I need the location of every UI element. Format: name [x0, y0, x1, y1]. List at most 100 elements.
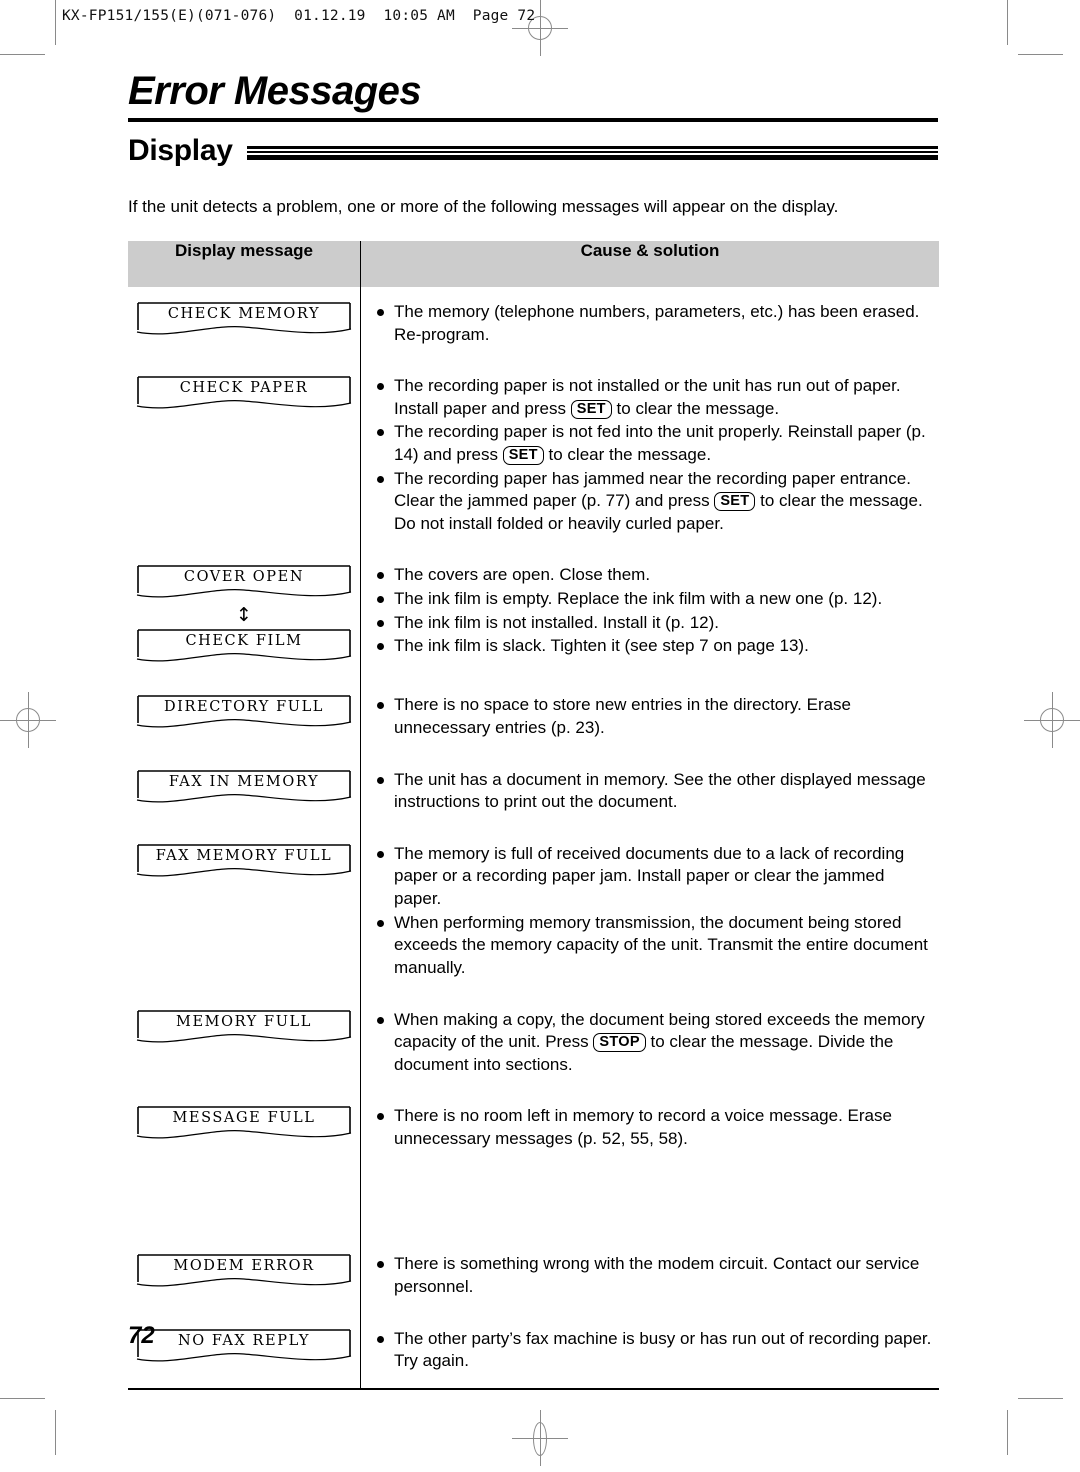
- key-button-set[interactable]: SET: [570, 399, 612, 419]
- cell-display-message: DIRECTORY FULL: [128, 680, 361, 755]
- bullet-list: There is no space to store new entries i…: [377, 694, 935, 739]
- lcd-display-chip: MODEM ERROR: [135, 1253, 353, 1291]
- bullet-item: The recording paper has jammed near the …: [377, 468, 935, 536]
- bullet-list: The covers are open. Close them. The ink …: [377, 564, 935, 657]
- bullet-dot-icon: [377, 383, 384, 391]
- intro-paragraph: If the unit detects a problem, one or mo…: [128, 197, 839, 216]
- table-row: NO FAX REPLY The other party’s fax machin…: [128, 1313, 939, 1390]
- key-button-set[interactable]: SET: [714, 492, 756, 512]
- lcd-display-chip: CHECK MEMORY: [135, 301, 353, 339]
- bullet-item: When performing memory transmission, the…: [377, 912, 935, 980]
- cell-display-message: CHECK PAPER: [128, 361, 361, 551]
- bullet-list: The recording paper is not installed or …: [377, 375, 935, 535]
- bullet-list: The other party’s fax machine is busy or…: [377, 1328, 935, 1373]
- bullet-item: There is no space to store new entries i…: [377, 694, 935, 739]
- table-row: MESSAGE FULL There is no room left in mem…: [128, 1091, 939, 1240]
- lcd-display-text: CHECK PAPER: [179, 380, 309, 397]
- bullet-dot-icon: [377, 572, 384, 580]
- bullet-item: The ink film is not installed. Install i…: [377, 612, 935, 635]
- bullet-dot-icon: [377, 596, 384, 604]
- key-button-stop[interactable]: STOP: [593, 1033, 646, 1053]
- crop-mark-top-right-vertical: [1007, 0, 1008, 45]
- bullet-item: The unit has a document in memory. See t…: [377, 769, 935, 814]
- table-head: Display message Cause & solution: [128, 240, 939, 287]
- lcd-display-chip: COVER OPEN: [135, 564, 353, 602]
- page-content: Error Messages Display If the unit detec…: [128, 0, 940, 1390]
- lcd-display-chip: MESSAGE FULL: [135, 1105, 353, 1143]
- bullet-item: The recording paper is not installed or …: [377, 375, 935, 420]
- bullet-dot-icon: [377, 475, 384, 483]
- bullet-dot-icon: [377, 429, 384, 437]
- lcd-display-text: MEMORY FULL: [176, 1013, 312, 1030]
- lcd-display-text: COVER OPEN: [183, 569, 305, 586]
- cell-cause-solution: The covers are open. Close them. The ink …: [361, 550, 940, 680]
- bullet-list: When making a copy, the document being s…: [377, 1009, 935, 1077]
- bullet-dot-icon: [377, 1261, 384, 1269]
- bullet-dot-icon: [377, 776, 384, 784]
- page-number: 72: [128, 1322, 155, 1349]
- crop-mark-top-left-vertical: [55, 0, 56, 45]
- bullet-item: The covers are open. Close them.: [377, 564, 935, 587]
- cell-display-message: MEMORY FULL: [128, 994, 361, 1092]
- registration-mark-left-middle: [0, 692, 56, 748]
- cell-cause-solution: When making a copy, the document being s…: [361, 995, 940, 1092]
- bullet-dot-icon: [377, 1335, 384, 1343]
- registration-mark-bottom-center: [512, 1410, 568, 1466]
- bullet-list: The memory (telephone numbers, parameter…: [377, 301, 935, 346]
- lcd-display-chip: CHECK FILM: [135, 628, 353, 666]
- bullet-list: The memory is full of received documents…: [377, 843, 935, 980]
- lcd-display-text: FAX IN MEMORY: [168, 773, 320, 790]
- cell-cause-solution: The memory is full of received documents…: [361, 829, 940, 995]
- lcd-display-chip: NO FAX REPLY: [135, 1328, 353, 1366]
- cell-display-message: FAX IN MEMORY: [128, 754, 361, 829]
- crop-mark-bottom-left-vertical: [55, 1410, 56, 1455]
- bullet-item: The recording paper is not fed into the …: [377, 421, 935, 466]
- bullet-dot-icon: [377, 919, 384, 927]
- key-button-set[interactable]: SET: [502, 445, 544, 465]
- cell-cause-solution: The unit has a document in memory. See t…: [361, 755, 940, 829]
- table-row: MEMORY FULL When making a copy, the docum…: [128, 994, 940, 1092]
- crop-mark-top-right-horizontal: [1018, 54, 1063, 55]
- title-rule: [128, 118, 938, 122]
- cell-display-message: FAX MEMORY FULL: [128, 828, 361, 995]
- table-row: COVER OPEN ↕ CHECK FILM The covers are open…: [128, 550, 940, 681]
- registration-mark-right-middle: [1024, 692, 1080, 748]
- bullet-item: The other party’s fax machine is busy or…: [377, 1328, 935, 1373]
- bullet-list: There is something wrong with the modem …: [377, 1253, 935, 1298]
- crop-mark-top-left-horizontal: [0, 54, 45, 55]
- bullet-item: There is something wrong with the modem …: [377, 1253, 935, 1298]
- lcd-display-text: MESSAGE FULL: [172, 1110, 316, 1127]
- bullet-item: When making a copy, the document being s…: [377, 1009, 935, 1077]
- lcd-display-chip: CHECK PAPER: [135, 375, 353, 413]
- lcd-display-chip: MEMORY FULL: [135, 1009, 353, 1047]
- bullet-dot-icon: [377, 1113, 384, 1121]
- table-row: FAX MEMORY FULL The memory is full of rec…: [128, 828, 940, 995]
- lcd-display-text: MODEM ERROR: [173, 1258, 315, 1275]
- lcd-display-text: DIRECTORY FULL: [163, 699, 325, 716]
- lcd-display-text: CHECK MEMORY: [167, 305, 321, 322]
- lcd-display-text: CHECK FILM: [185, 633, 303, 650]
- page-title: Error Messages: [128, 69, 422, 113]
- bullet-list: The unit has a document in memory. See t…: [377, 769, 935, 814]
- column-header-cause-solution: Cause & solution: [360, 240, 939, 287]
- section-rule-bars: [246, 146, 938, 160]
- table-header-row: Display message Cause & solution: [128, 240, 939, 287]
- cell-display-message: NO FAX REPLY: [128, 1313, 361, 1390]
- lcd-display-text: NO FAX REPLY: [177, 1332, 311, 1349]
- bullet-list: There is no room left in memory to recor…: [377, 1105, 935, 1150]
- bullet-dot-icon: [377, 619, 384, 627]
- alternating-arrow-icon: ↕: [236, 604, 252, 627]
- table-row: DIRECTORY FULL There is no space to store…: [128, 680, 940, 755]
- bullet-dot-icon: [377, 850, 384, 858]
- bullet-dot-icon: [377, 702, 384, 710]
- bullet-item: The memory (telephone numbers, parameter…: [377, 301, 935, 346]
- cell-cause-solution: There is no space to store new entries i…: [361, 680, 940, 754]
- lcd-display-chip: FAX IN MEMORY: [135, 769, 353, 807]
- cell-display-message: MODEM ERROR: [128, 1239, 361, 1314]
- crop-mark-bottom-left-horizontal: [0, 1398, 45, 1399]
- table-row: CHECK MEMORY The memory (telephone number…: [128, 286, 939, 362]
- table-body: CHECK MEMORY The memory (telephone number…: [128, 286, 940, 1390]
- bullet-dot-icon: [377, 1016, 384, 1024]
- cell-display-message: CHECK MEMORY: [128, 286, 361, 362]
- lcd-display-text: FAX MEMORY FULL: [155, 847, 333, 864]
